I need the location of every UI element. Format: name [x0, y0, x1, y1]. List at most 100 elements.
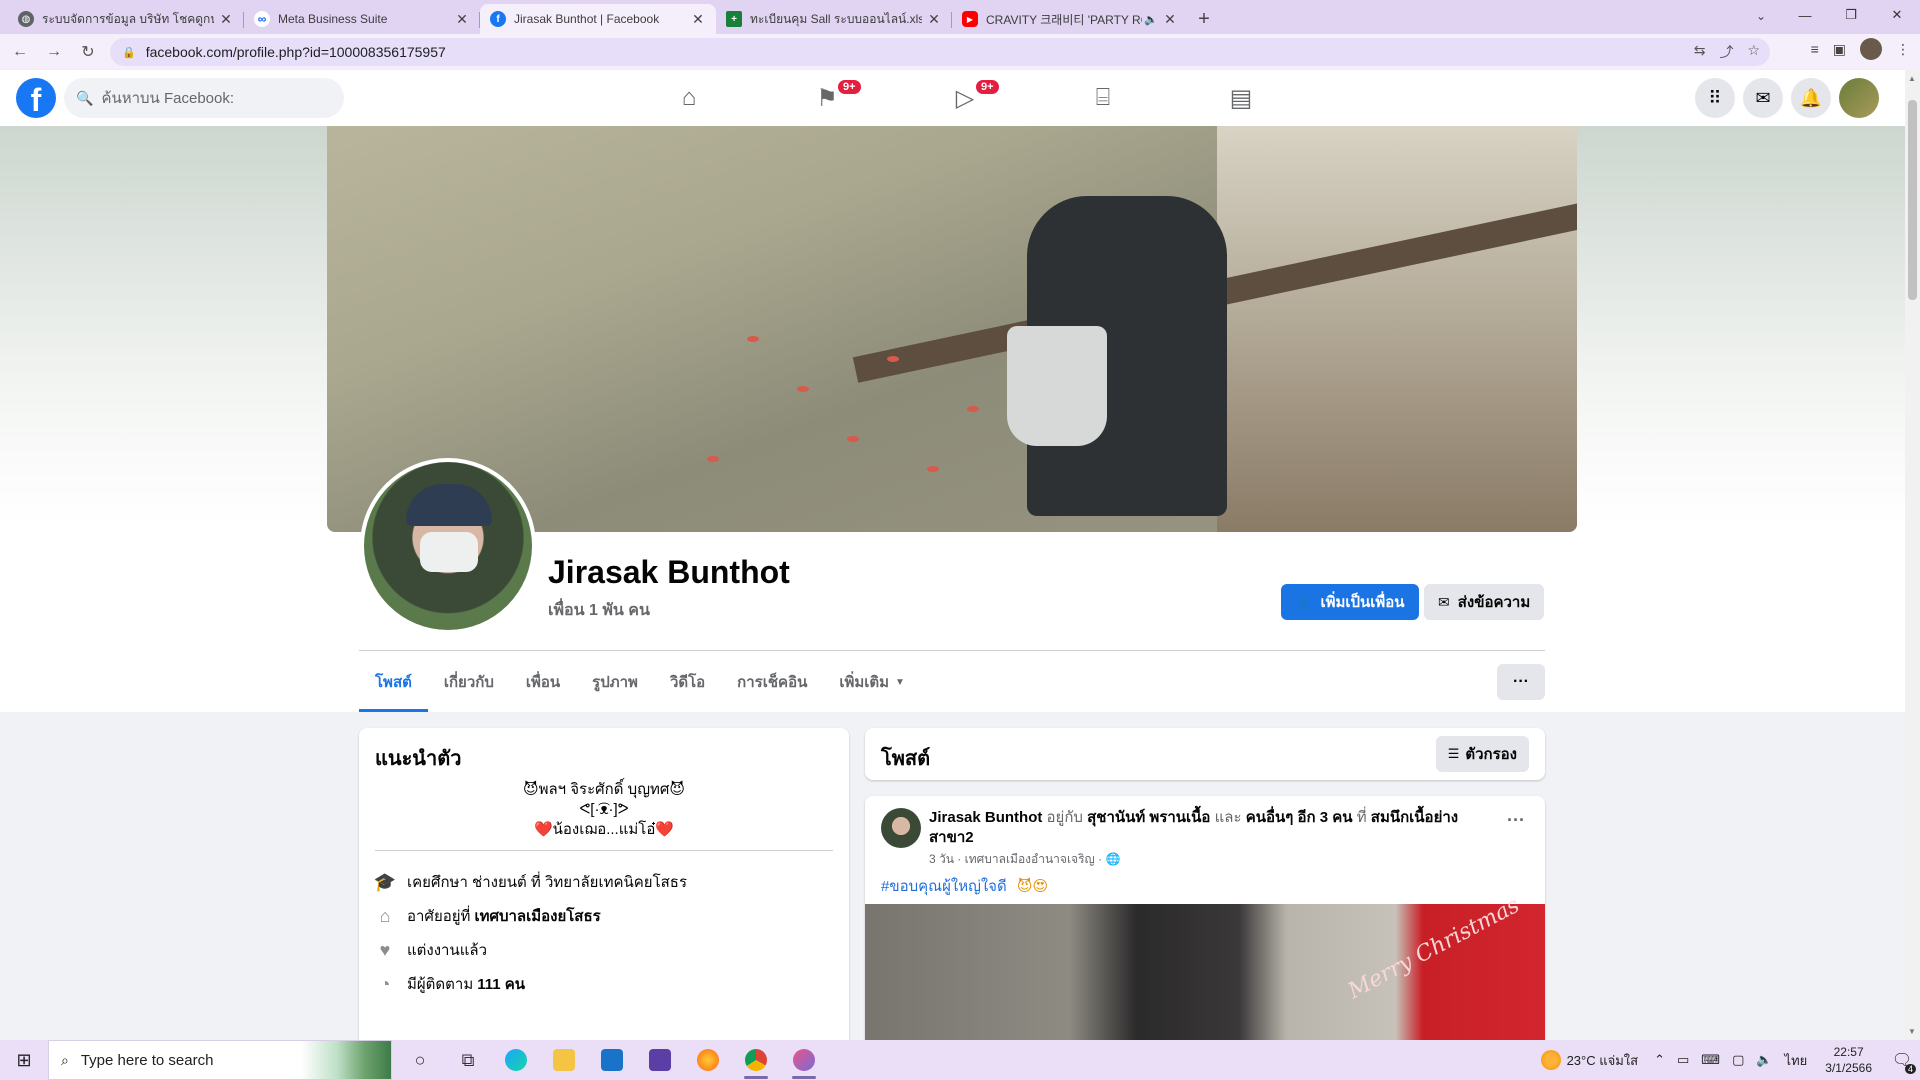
- keyboard-icon[interactable]: ⌨: [1701, 1052, 1720, 1068]
- tab-search-icon[interactable]: ⌄: [1748, 6, 1774, 26]
- divider: [359, 650, 1545, 651]
- profile-more-button[interactable]: ···: [1497, 664, 1545, 700]
- file-explorer-icon[interactable]: [540, 1040, 588, 1080]
- system-tray: 23°C แจ่มใส ⌃ ▭ ⌨ ▢ 🔈 ไทย 22:57 3/1/2566…: [1540, 1040, 1920, 1080]
- task-view-icon[interactable]: ⧉: [444, 1040, 492, 1080]
- nav-gaming[interactable]: ▤: [1172, 70, 1310, 126]
- browser-tab-3[interactable]: f Jirasak Bunthot | Facebook ✕: [480, 4, 716, 34]
- bio-line: ❤️น้องเฌอ...แม่โอ๋❤️: [533, 821, 675, 838]
- volume-icon[interactable]: 🔈: [1756, 1052, 1772, 1068]
- reading-list-icon[interactable]: ≡: [1811, 41, 1819, 57]
- network-icon[interactable]: ▭: [1677, 1052, 1689, 1068]
- taskbar-search-input[interactable]: ⌕ Type here to search: [48, 1040, 392, 1080]
- windows-start-icon[interactable]: ⊞: [0, 1040, 48, 1080]
- add-friend-button[interactable]: 👤 เพิ่มเป็นเพื่อน: [1281, 584, 1419, 620]
- nav-marketplace[interactable]: ⌸: [1034, 70, 1172, 126]
- back-icon[interactable]: ←: [6, 38, 34, 66]
- tab-photos[interactable]: รูปภาพ: [576, 652, 654, 712]
- cortana-icon[interactable]: ○: [396, 1040, 444, 1080]
- close-tab-icon[interactable]: ✕: [926, 11, 942, 28]
- chevron-up-icon[interactable]: ⌃: [1654, 1052, 1665, 1068]
- facebook-logo[interactable]: f: [16, 78, 56, 118]
- tagged-person[interactable]: สุชานันท์ พรานเนื้อ: [1087, 809, 1210, 826]
- url-bar[interactable]: 🔒 facebook.com/profile.php?id=1000083561…: [110, 38, 1770, 66]
- chrome-icon[interactable]: [732, 1040, 780, 1080]
- add-person-icon: 👤: [1295, 593, 1313, 610]
- notifications-bell-icon[interactable]: 🔔: [1791, 78, 1831, 118]
- messenger-icon[interactable]: ✉: [1743, 78, 1783, 118]
- close-tab-icon[interactable]: ✕: [690, 11, 706, 28]
- new-tab-button[interactable]: +: [1188, 4, 1220, 34]
- lives-place[interactable]: เทศบาลเมืองยโสธร: [474, 904, 600, 928]
- add-friend-label: เพิ่มเป็นเพื่อน: [1320, 594, 1405, 611]
- visual-studio-icon[interactable]: [636, 1040, 684, 1080]
- close-window-icon[interactable]: ✕: [1874, 0, 1920, 30]
- action-center-icon[interactable]: 🗨 4: [1884, 1040, 1920, 1080]
- post-photo[interactable]: [865, 904, 1545, 1040]
- nav-pages[interactable]: ⚑ 9+: [758, 70, 896, 126]
- side-panel-icon[interactable]: ▣: [1833, 41, 1846, 58]
- post-emoji: 😈😍: [1016, 878, 1049, 895]
- tab-videos[interactable]: วิดีโอ: [654, 652, 721, 712]
- taskbar-clock[interactable]: 22:57 3/1/2566: [1825, 1044, 1872, 1076]
- education-text[interactable]: เคยศึกษา ช่างยนต์ ที่ วิทยาลัยเทคนิคยโสธ…: [407, 870, 687, 894]
- filter-button[interactable]: ☰ ตัวกรอง: [1435, 736, 1529, 772]
- followers-count[interactable]: 111 คน: [477, 972, 525, 996]
- page-scrollbar[interactable]: ▲ ▼: [1905, 70, 1920, 1040]
- input-language[interactable]: ไทย: [1785, 1050, 1808, 1071]
- menu-grid-icon[interactable]: ⠿: [1695, 78, 1735, 118]
- restore-icon[interactable]: ❐: [1828, 0, 1874, 30]
- edge-icon[interactable]: [492, 1040, 540, 1080]
- browser-tab-5[interactable]: ▶ CRAVITY 크래비티 'PARTY RO 🔈 ✕: [952, 4, 1188, 34]
- profile-picture[interactable]: [360, 458, 536, 634]
- browser-tab-2[interactable]: ∞ Meta Business Suite ✕: [244, 4, 480, 34]
- cover-photo[interactable]: [327, 126, 1577, 532]
- tab-checkins[interactable]: การเช็คอิน: [721, 652, 823, 712]
- tab-friends[interactable]: เพื่อน: [510, 652, 576, 712]
- browser-tab-1[interactable]: ◍ ระบบจัดการข้อมูล บริษัท โชคดูกน์โชค ✕: [8, 4, 244, 34]
- profile-avatar[interactable]: [1860, 38, 1882, 60]
- post-author[interactable]: Jirasak Bunthot: [929, 809, 1042, 826]
- taskbar-apps: ○ ⧉: [396, 1040, 828, 1080]
- post-author-avatar[interactable]: [881, 808, 921, 848]
- translate-icon[interactable]: ⇆: [1694, 42, 1706, 62]
- close-tab-icon[interactable]: ✕: [1162, 11, 1178, 28]
- search-placeholder: ค้นหาบน Facebook:: [101, 90, 235, 107]
- weather-text: 23°C แจ่มใส: [1566, 1052, 1639, 1068]
- firefox-icon[interactable]: [684, 1040, 732, 1080]
- weather-widget[interactable]: 23°C แจ่มใส: [1540, 1050, 1639, 1071]
- url-text: facebook.com/profile.php?id=100008356175…: [145, 44, 446, 60]
- friends-count[interactable]: เพื่อน 1 พัน คน: [548, 598, 650, 623]
- bookmark-star-icon[interactable]: ☆: [1747, 42, 1760, 62]
- nav-watch[interactable]: ▷ 9+: [896, 70, 1034, 126]
- sheets-icon: +: [726, 11, 742, 27]
- tab-title: ทะเบียนคุม Sall ระบบออนไลน์.xlsx - G: [750, 11, 922, 26]
- display-icon[interactable]: ▢: [1732, 1052, 1744, 1068]
- close-tab-icon[interactable]: ✕: [454, 11, 470, 28]
- lock-icon[interactable]: 🔒: [122, 46, 136, 59]
- menu-kebab-icon[interactable]: ⋮: [1896, 41, 1910, 58]
- share-icon[interactable]: ⤴: [1719, 42, 1733, 62]
- send-message-button[interactable]: ✉ ส่งข้อความ: [1424, 584, 1545, 620]
- tagged-others[interactable]: คนอื่นๆ อีก 3 คน: [1246, 809, 1353, 826]
- browser-tab-4[interactable]: + ทะเบียนคุม Sall ระบบออนไลน์.xlsx - G ✕: [716, 4, 952, 34]
- reload-icon[interactable]: ↻: [74, 38, 102, 66]
- account-avatar[interactable]: [1839, 78, 1879, 118]
- post-time[interactable]: 3 วัน · เทศบาลเมืองอำนาจเจริญ ·: [929, 852, 1102, 866]
- mail-icon[interactable]: [588, 1040, 636, 1080]
- snipping-tool-icon[interactable]: [780, 1040, 828, 1080]
- speaker-icon[interactable]: 🔈: [1144, 13, 1158, 26]
- tab-posts[interactable]: โพสต์: [359, 652, 428, 712]
- tab-more[interactable]: เพิ่มเติม ▼: [823, 652, 921, 712]
- forward-icon[interactable]: →: [40, 38, 68, 66]
- facebook-search-input[interactable]: 🔍 ค้นหาบน Facebook:: [64, 78, 344, 118]
- close-tab-icon[interactable]: ✕: [218, 11, 234, 28]
- minimize-icon[interactable]: —: [1782, 0, 1828, 30]
- facebook-icon: f: [490, 11, 506, 27]
- nav-home[interactable]: ⌂: [620, 70, 758, 126]
- caret-down-icon: ▼: [895, 676, 905, 688]
- hashtag-link[interactable]: #ขอบคุณผู้ใหญ่ใจดี: [881, 878, 1007, 895]
- search-icon: ⌕: [61, 1051, 69, 1068]
- tab-about[interactable]: เกี่ยวกับ: [428, 652, 510, 712]
- post-options-icon[interactable]: ···: [1507, 810, 1525, 831]
